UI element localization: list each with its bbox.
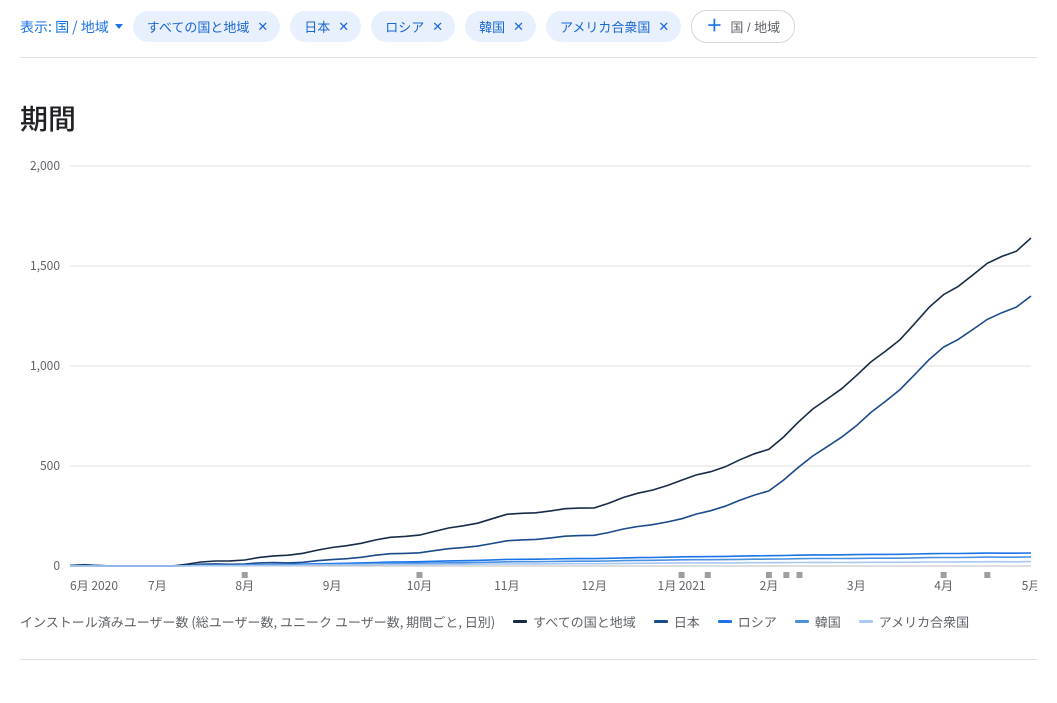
- svg-text:1月 2021: 1月 2021: [658, 577, 706, 594]
- add-region-label: 国 / 地域: [730, 17, 780, 36]
- event-marker: [984, 572, 990, 578]
- legend-item: すべての国と地域: [513, 612, 636, 631]
- chip-label: すべての国と地域: [147, 17, 250, 36]
- legend-label: アメリカ合衆国: [879, 612, 969, 631]
- filter-label-text: 表示: 国 / 地域: [20, 17, 109, 37]
- close-icon[interactable]: ✕: [255, 20, 270, 33]
- filter-chip[interactable]: アメリカ合衆国 ✕: [546, 11, 681, 42]
- svg-text:500: 500: [40, 457, 60, 474]
- event-marker: [679, 572, 685, 578]
- caret-down-icon: [115, 24, 123, 29]
- legend-label: ロシア: [738, 612, 777, 631]
- legend-item: 韓国: [795, 612, 841, 631]
- filter-chip[interactable]: ロシア ✕: [371, 11, 455, 42]
- chart-svg: 0 500 1,000 1,500 2,000 6月 2020 7月 8月 9月 10月 11月 12…: [20, 156, 1037, 596]
- close-icon[interactable]: ✕: [656, 20, 671, 33]
- legend-item: 日本: [654, 612, 700, 631]
- svg-text:2,000: 2,000: [30, 157, 60, 174]
- page-title: 期間: [20, 98, 1037, 138]
- svg-text:6月 2020: 6月 2020: [70, 577, 118, 594]
- svg-text:8月: 8月: [235, 577, 254, 594]
- legend-prefix: インストール済みユーザー数 (総ユーザー数, ユニーク ユーザー数, 期間ごと,…: [20, 612, 495, 631]
- close-icon[interactable]: ✕: [430, 20, 445, 33]
- legend-swatch: [654, 620, 668, 623]
- svg-text:4月: 4月: [934, 577, 953, 594]
- filter-row: 表示: 国 / 地域 すべての国と地域 ✕ 日本 ✕ ロシア ✕ 韓国 ✕ アメリカ合衆国 ✕ ＋…: [20, 10, 1037, 58]
- event-marker: [766, 572, 772, 578]
- legend-swatch: [513, 620, 527, 623]
- svg-text:9月: 9月: [323, 577, 342, 594]
- legend-label: 日本: [674, 612, 700, 631]
- svg-text:1,000: 1,000: [30, 357, 60, 374]
- event-marker: [242, 572, 248, 578]
- legend-label: 韓国: [815, 612, 841, 631]
- plus-icon: ＋: [706, 19, 722, 35]
- filter-label[interactable]: 表示: 国 / 地域: [20, 17, 123, 37]
- event-marker: [416, 572, 422, 578]
- svg-text:3月: 3月: [847, 577, 866, 594]
- legend-item: ロシア: [718, 612, 777, 631]
- legend-item: アメリカ合衆国: [859, 612, 969, 631]
- filter-chip[interactable]: 韓国 ✕: [465, 11, 536, 42]
- svg-text:7月: 7月: [148, 577, 167, 594]
- chip-label: ロシア: [385, 17, 424, 36]
- legend-swatch: [795, 620, 809, 623]
- close-icon[interactable]: ✕: [336, 20, 351, 33]
- filter-chip[interactable]: 日本 ✕: [290, 11, 361, 42]
- svg-text:10月: 10月: [407, 577, 432, 594]
- svg-text:5月: 5月: [1022, 577, 1037, 594]
- legend-swatch: [859, 620, 873, 623]
- svg-text:12月: 12月: [582, 577, 607, 594]
- legend-swatch: [718, 620, 732, 623]
- add-region-button[interactable]: ＋ 国 / 地域: [691, 10, 795, 43]
- svg-text:2月: 2月: [760, 577, 779, 594]
- event-marker: [783, 572, 789, 578]
- event-marker: [941, 572, 947, 578]
- divider: [20, 659, 1037, 660]
- legend-label: すべての国と地域: [533, 612, 636, 631]
- chip-label: 日本: [304, 17, 330, 36]
- chip-label: 韓国: [479, 17, 505, 36]
- svg-text:0: 0: [53, 557, 60, 574]
- series-line: [70, 296, 1031, 566]
- close-icon[interactable]: ✕: [511, 20, 526, 33]
- chart: 0 500 1,000 1,500 2,000 6月 2020 7月 8月 9月 10月 11月 12…: [20, 156, 1037, 596]
- event-marker: [705, 572, 711, 578]
- legend: インストール済みユーザー数 (総ユーザー数, ユニーク ユーザー数, 期間ごと,…: [20, 612, 1037, 631]
- chip-label: アメリカ合衆国: [560, 17, 650, 36]
- series-line: [70, 238, 1031, 566]
- svg-text:1,500: 1,500: [30, 257, 60, 274]
- event-marker: [796, 572, 802, 578]
- grid: 0 500 1,000 1,500 2,000: [30, 157, 1031, 574]
- svg-text:11月: 11月: [494, 577, 519, 594]
- filter-chip[interactable]: すべての国と地域 ✕: [133, 11, 280, 42]
